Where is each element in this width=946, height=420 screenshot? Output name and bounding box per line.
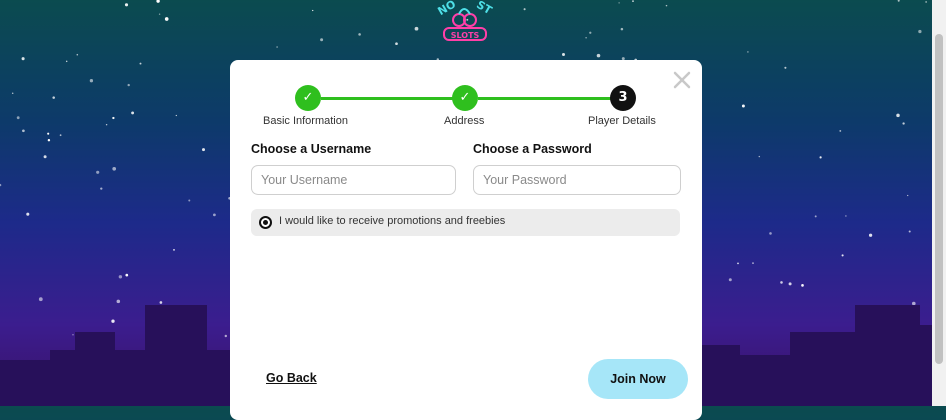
go-back-link[interactable]: Go Back xyxy=(266,371,317,385)
step-3-label: Player Details xyxy=(588,115,656,127)
step-2-label: Address xyxy=(444,115,485,127)
site-logo: NO ST SLOTS xyxy=(436,0,495,41)
svg-text:SLOTS: SLOTS xyxy=(451,31,480,40)
step-3-number: 3 xyxy=(610,85,636,111)
step-1-check-icon: ✓ xyxy=(295,85,321,111)
promotions-radio[interactable] xyxy=(259,216,272,229)
password-input[interactable] xyxy=(473,165,681,195)
step-1-label: Basic Information xyxy=(263,115,348,127)
svg-text:ST: ST xyxy=(474,0,494,17)
username-input[interactable] xyxy=(251,165,456,195)
join-now-button[interactable]: Join Now xyxy=(588,359,688,399)
promotions-option[interactable]: I would like to receive promotions and f… xyxy=(251,209,680,236)
promotions-label: I would like to receive promotions and f… xyxy=(279,215,506,227)
progress-line-1 xyxy=(321,97,458,100)
step-2-check-icon: ✓ xyxy=(452,85,478,111)
scrollbar-thumb[interactable] xyxy=(935,34,943,364)
username-label: Choose a Username xyxy=(251,142,372,156)
registration-modal: ✓ ✓ 3 Basic Information Address Player D… xyxy=(230,60,702,420)
registration-progress: ✓ ✓ 3 Basic Information Address Player D… xyxy=(230,60,702,140)
progress-line-2 xyxy=(478,97,615,100)
password-label: Choose a Password xyxy=(473,142,592,156)
page-scrollbar[interactable] xyxy=(932,0,946,406)
